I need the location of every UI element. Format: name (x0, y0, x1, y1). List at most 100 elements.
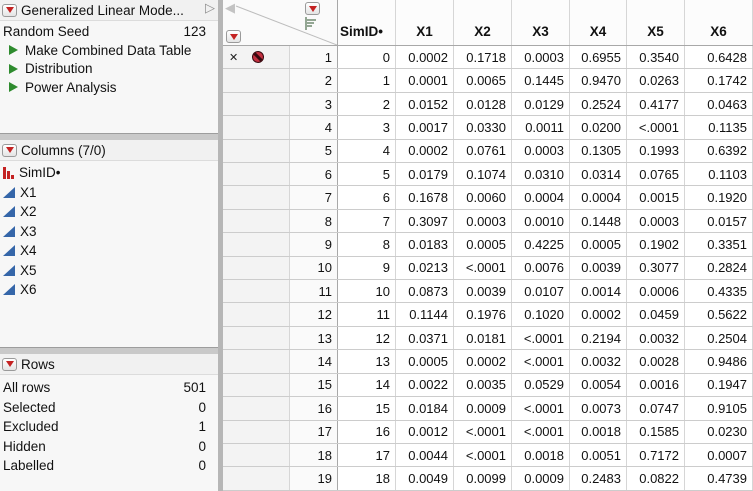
cell[interactable]: 0.0060 (454, 186, 512, 208)
row-number[interactable]: 7 (290, 186, 338, 208)
cell[interactable]: 10 (338, 280, 396, 302)
cell[interactable]: 0.0011 (512, 116, 570, 138)
cell[interactable]: 0.3097 (396, 210, 454, 232)
cell[interactable]: <.0001 (454, 444, 512, 466)
cell[interactable]: 0.0022 (396, 374, 454, 396)
cell[interactable]: 0.9470 (570, 69, 627, 91)
cell[interactable]: 0.0012 (396, 421, 454, 443)
row-state-cell[interactable] (223, 303, 290, 325)
row-number[interactable]: 9 (290, 233, 338, 255)
cell[interactable]: 0.1718 (454, 46, 512, 68)
cell[interactable]: 0.0314 (570, 163, 627, 185)
column-list-item-1[interactable]: SimID• (0, 163, 218, 183)
cell[interactable]: 0.0005 (454, 233, 512, 255)
row-number[interactable]: 10 (290, 257, 338, 279)
cell[interactable]: 0.0004 (512, 186, 570, 208)
cell[interactable]: 0.2824 (685, 257, 753, 279)
red-triangle-menu-icon[interactable] (2, 358, 17, 371)
row-state-cell[interactable] (223, 350, 290, 372)
cell[interactable]: 0.9105 (685, 397, 753, 419)
cell[interactable]: 0.6428 (685, 46, 753, 68)
cell[interactable]: 0.0010 (512, 210, 570, 232)
cell[interactable]: 0.0003 (627, 210, 685, 232)
cell[interactable]: 0.0822 (627, 467, 685, 489)
cell[interactable]: 0.3351 (685, 233, 753, 255)
cell[interactable]: 5 (338, 163, 396, 185)
cell[interactable]: 0.4335 (685, 280, 753, 302)
row-state-cell[interactable] (223, 397, 290, 419)
row-number[interactable]: 12 (290, 303, 338, 325)
row-state-cell[interactable] (223, 69, 290, 91)
cell[interactable]: 0.0002 (454, 350, 512, 372)
cell[interactable]: 2 (338, 93, 396, 115)
row-state-cell[interactable] (223, 374, 290, 396)
cell[interactable]: 0.0009 (512, 467, 570, 489)
row-state-cell[interactable] (223, 467, 290, 489)
row-state-cell[interactable] (223, 421, 290, 443)
cell[interactable]: 0.0128 (454, 93, 512, 115)
cell[interactable]: 0.0004 (570, 186, 627, 208)
action-item-3[interactable]: Power Analysis (0, 78, 218, 97)
cell[interactable]: 0.0018 (570, 421, 627, 443)
cell[interactable]: 0.0263 (627, 69, 685, 91)
row-state-cell[interactable] (223, 210, 290, 232)
cell[interactable]: 0.1920 (685, 186, 753, 208)
cell[interactable]: 0.4177 (627, 93, 685, 115)
cell[interactable]: 0.0032 (627, 327, 685, 349)
row-state-cell[interactable]: ✕ (223, 46, 290, 68)
cell[interactable]: <.0001 (512, 421, 570, 443)
cell[interactable]: 13 (338, 350, 396, 372)
row-number[interactable]: 11 (290, 280, 338, 302)
cell[interactable]: 0.0049 (396, 467, 454, 489)
row-number[interactable]: 4 (290, 116, 338, 138)
cell[interactable]: 8 (338, 233, 396, 255)
column-header-x6[interactable]: X6 (685, 0, 753, 45)
cell[interactable]: 0.0051 (570, 444, 627, 466)
cell[interactable]: 0.0463 (685, 93, 753, 115)
row-number[interactable]: 16 (290, 397, 338, 419)
cell[interactable]: 0.0028 (627, 350, 685, 372)
cell[interactable]: 0.0152 (396, 93, 454, 115)
cell[interactable]: 1 (338, 69, 396, 91)
row-state-cell[interactable] (223, 327, 290, 349)
row-state-cell[interactable] (223, 163, 290, 185)
cell[interactable]: 0.4225 (512, 233, 570, 255)
cell[interactable]: 0.0044 (396, 444, 454, 466)
cell[interactable]: 0.5622 (685, 303, 753, 325)
cell[interactable]: <.0001 (454, 257, 512, 279)
column-list-item-7[interactable]: X6 (0, 280, 218, 300)
cell[interactable]: 0.7172 (627, 444, 685, 466)
cell[interactable]: 0.3540 (627, 46, 685, 68)
column-list-item-3[interactable]: X2 (0, 202, 218, 222)
columns-menu-icon[interactable] (305, 2, 320, 15)
row-number[interactable]: 6 (290, 163, 338, 185)
column-header-x4[interactable]: X4 (570, 0, 627, 45)
cell[interactable]: 0.1742 (685, 69, 753, 91)
cell[interactable]: 9 (338, 257, 396, 279)
cell[interactable]: 0.0371 (396, 327, 454, 349)
cell[interactable]: 0.0014 (570, 280, 627, 302)
cell[interactable]: 0.0200 (570, 116, 627, 138)
row-state-cell[interactable] (223, 280, 290, 302)
cell[interactable]: 0.0035 (454, 374, 512, 396)
row-state-cell[interactable] (223, 257, 290, 279)
cell[interactable]: 0.0015 (627, 186, 685, 208)
cell[interactable]: 0.1947 (685, 374, 753, 396)
cell[interactable]: 0.0002 (396, 46, 454, 68)
cell[interactable]: 0.0018 (512, 444, 570, 466)
cell[interactable]: <.0001 (512, 350, 570, 372)
cell[interactable]: 0.1678 (396, 186, 454, 208)
cell[interactable]: 0.0747 (627, 397, 685, 419)
cell[interactable]: 0.0076 (512, 257, 570, 279)
cell[interactable]: 11 (338, 303, 396, 325)
cell[interactable]: 0.9486 (685, 350, 753, 372)
cell[interactable]: 0.0129 (512, 93, 570, 115)
cell[interactable]: 0 (338, 46, 396, 68)
cell[interactable]: 0.0017 (396, 116, 454, 138)
cell[interactable]: 0.2483 (570, 467, 627, 489)
column-header-x5[interactable]: X5 (627, 0, 685, 45)
cell[interactable]: 0.1445 (512, 69, 570, 91)
cell[interactable]: 0.1103 (685, 163, 753, 185)
cell[interactable]: 0.0039 (454, 280, 512, 302)
cell[interactable]: 0.1074 (454, 163, 512, 185)
